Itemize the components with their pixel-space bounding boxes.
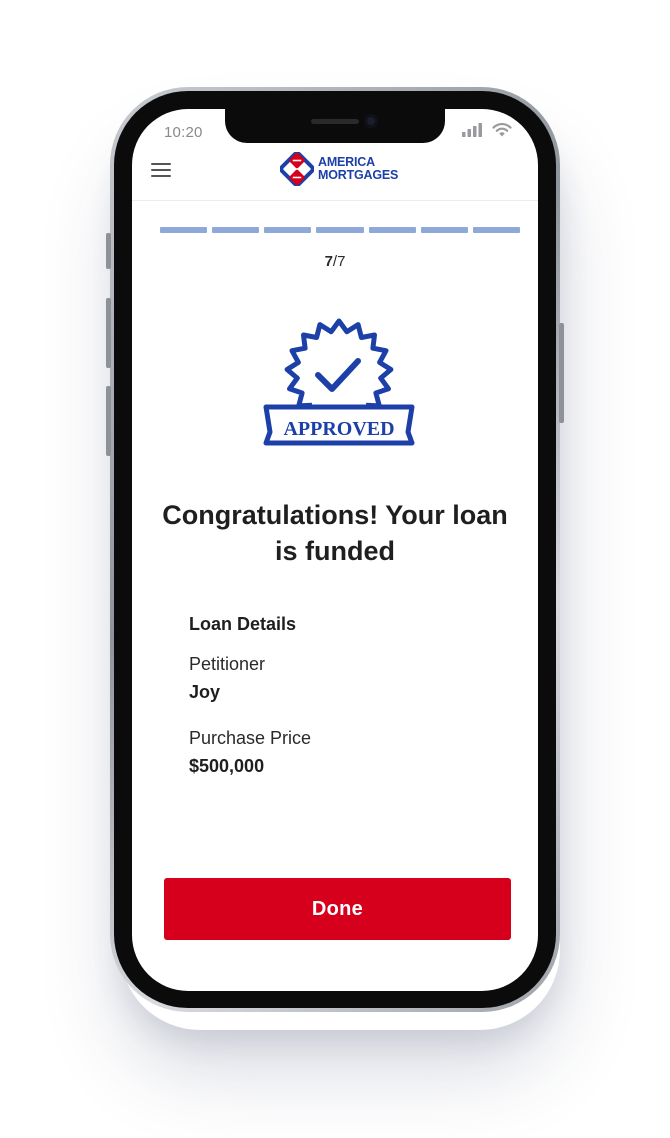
front-camera [364, 114, 378, 128]
loan-details-title: Loan Details [189, 614, 297, 634]
petitioner-value: Joy [189, 682, 221, 702]
power-button [559, 323, 564, 423]
stage: 10:20 AMERICA MORTGAGES 7/7 APPROVED Con… [0, 0, 670, 1138]
loan-details: Loan Details Petitioner Joy Purchase Pri… [189, 614, 489, 802]
logo-mark-icon [280, 152, 314, 186]
progress-segment [264, 227, 312, 233]
progress-segment [160, 227, 208, 233]
wifi-icon [492, 123, 512, 137]
progress-bar [160, 227, 520, 233]
progress-segment [420, 227, 468, 233]
speaker-grille [311, 119, 359, 124]
status-icons [462, 123, 512, 137]
logo-line-2: MORTGAGES [318, 168, 399, 182]
cellular-signal-icon [462, 123, 482, 137]
volume-up-button [106, 298, 111, 368]
headline: Congratulations! Your loan is funded [162, 500, 508, 566]
phone-screen: 10:20 AMERICA MORTGAGES 7/7 APPROVED Con… [132, 109, 538, 991]
progress-segment [316, 227, 364, 233]
volume-down-button [106, 386, 111, 456]
mute-switch [106, 233, 111, 269]
purchase-price-value: $500,000 [189, 756, 265, 776]
logo-text: AMERICA MORTGAGES [318, 156, 398, 182]
app-header: AMERICA MORTGAGES [132, 149, 538, 197]
status-time: 10:20 [164, 124, 203, 141]
purchase-price-label: Purchase Price [189, 728, 312, 748]
progress-segment [368, 227, 416, 233]
notch [225, 109, 445, 143]
approved-seal-icon: APPROVED [263, 318, 415, 446]
done-button[interactable]: Done [164, 878, 511, 940]
progress-segment [472, 227, 520, 233]
approved-text: APPROVED [283, 418, 394, 440]
header-divider [132, 200, 538, 201]
step-total: /7 [332, 253, 346, 270]
hamburger-menu-icon[interactable] [149, 160, 173, 180]
brand-logo[interactable]: AMERICA MORTGAGES [280, 152, 398, 186]
progress-segment [212, 227, 260, 233]
petitioner-label: Petitioner [189, 654, 266, 674]
step-current: 7 [324, 253, 333, 270]
step-counter: 7/7 [132, 253, 538, 270]
